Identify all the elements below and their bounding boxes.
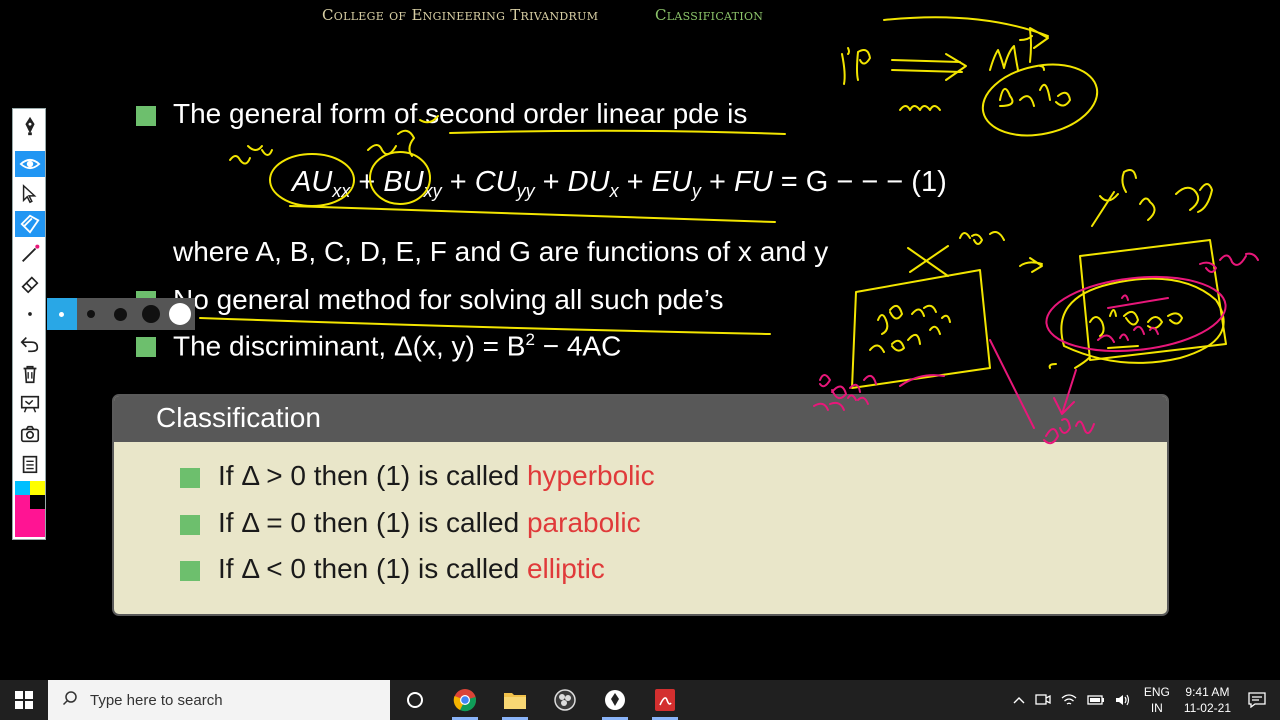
equation-tail: = G − − − (1) xyxy=(772,166,947,198)
presentation-slide: College of Engineering Trivandrum Classi… xyxy=(0,0,1280,680)
battery-icon[interactable] xyxy=(1087,694,1105,706)
pen-size-picker xyxy=(47,298,195,330)
item-prefix: If Δ < 0 then (1) is called xyxy=(218,553,527,584)
classification-item-hyperbolic: If Δ > 0 then (1) is called hyperbolic xyxy=(114,460,655,492)
region-code: IN xyxy=(1150,701,1163,715)
color-swatches xyxy=(15,481,45,537)
volume-icon[interactable] xyxy=(1115,693,1131,707)
file-explorer-icon[interactable] xyxy=(490,680,540,720)
pen-size-1[interactable] xyxy=(47,298,77,330)
swatch-cyan[interactable] xyxy=(15,481,30,495)
dot-icon[interactable] xyxy=(15,301,45,327)
eraser-icon[interactable] xyxy=(15,271,45,297)
swatch-pink[interactable] xyxy=(15,495,30,509)
item-prefix: If Δ > 0 then (1) is called xyxy=(218,460,527,491)
bullet-no-general-method: No general method for solving all such p… xyxy=(173,284,724,315)
system-tray: ENG IN 9:41 AM 11-02-21 xyxy=(1008,680,1280,720)
pen-size-5[interactable] xyxy=(165,298,195,330)
notes-icon[interactable] xyxy=(15,451,45,477)
windows-start-icon[interactable] xyxy=(0,680,48,720)
line-icon[interactable] xyxy=(15,241,45,267)
item-keyword: parabolic xyxy=(526,507,641,538)
wifi-icon[interactable] xyxy=(1061,693,1077,707)
bullet-marker xyxy=(180,560,200,581)
item-keyword: hyperbolic xyxy=(526,460,655,491)
search-icon xyxy=(62,690,78,710)
drawing-toolbar xyxy=(12,108,46,540)
whiteboard-icon[interactable] xyxy=(15,391,45,417)
undo-icon[interactable] xyxy=(15,331,45,357)
clock-date: 11-02-21 xyxy=(1183,701,1231,715)
bullet-marker xyxy=(180,514,200,535)
trash-icon[interactable] xyxy=(15,361,45,387)
cortana-icon[interactable] xyxy=(390,680,440,720)
pde-equation: AUxx + BUxy + CUyy + DUx + EUy + FU = G … xyxy=(292,166,947,201)
chevron-up-icon[interactable] xyxy=(1013,696,1025,704)
bullet-general-form: The general form of second order linear … xyxy=(173,98,748,129)
bullet-discriminant: The discriminant, Δ(x, y) = B2 − 4AC xyxy=(173,330,621,362)
pdf-reader-icon[interactable] xyxy=(640,680,690,720)
swatch-yellow[interactable] xyxy=(30,481,45,495)
swatch-active-pink[interactable] xyxy=(15,509,45,537)
swatch-black[interactable] xyxy=(30,495,45,509)
annotation-app-icon[interactable] xyxy=(590,680,640,720)
cursor-icon[interactable] xyxy=(15,181,45,207)
header-college: College of Engineering Trivandrum xyxy=(322,6,599,24)
taskbar: Type here to search ENG IN 9:41 AM 11-02… xyxy=(0,680,1280,720)
pen-size-3[interactable] xyxy=(106,298,136,330)
camera-icon[interactable] xyxy=(15,421,45,447)
classification-block: Classification If Δ > 0 then (1) is call… xyxy=(112,394,1169,616)
language-indicator[interactable]: ENG IN xyxy=(1144,684,1170,716)
item-prefix: If Δ = 0 then (1) is called xyxy=(218,507,527,538)
item-keyword: elliptic xyxy=(526,553,605,584)
search-placeholder: Type here to search xyxy=(90,691,223,709)
language-code: ENG xyxy=(1143,685,1170,699)
taskbar-search[interactable]: Type here to search xyxy=(48,680,390,720)
header-section: Classification xyxy=(655,6,764,24)
chrome-icon[interactable] xyxy=(440,680,490,720)
classification-item-parabolic: If Δ = 0 then (1) is called parabolic xyxy=(114,507,641,539)
classification-item-elliptic: If Δ < 0 then (1) is called elliptic xyxy=(114,553,605,585)
pen-size-2[interactable] xyxy=(77,298,107,330)
clock[interactable]: 9:41 AM 11-02-21 xyxy=(1184,684,1231,716)
bullet-marker xyxy=(136,106,156,126)
classification-title: Classification xyxy=(114,396,1167,442)
discriminant-sup: 2 xyxy=(525,330,535,349)
pen-size-4[interactable] xyxy=(136,298,166,330)
discriminant-suffix: − 4AC xyxy=(534,330,622,362)
meet-icon[interactable] xyxy=(1035,693,1051,707)
pen-icon[interactable] xyxy=(15,113,45,139)
discriminant-prefix: The discriminant, Δ(x, y) = B xyxy=(173,330,526,362)
clock-time: 9:41 AM xyxy=(1185,685,1230,699)
bullet-marker xyxy=(180,467,200,488)
notification-icon[interactable] xyxy=(1248,692,1266,708)
tag-icon[interactable] xyxy=(15,211,45,237)
obs-icon[interactable] xyxy=(540,680,590,720)
bullet-marker xyxy=(136,337,156,357)
where-line: where A, B, C, D, E, F and G are functio… xyxy=(173,236,829,267)
eye-icon[interactable] xyxy=(15,151,45,177)
